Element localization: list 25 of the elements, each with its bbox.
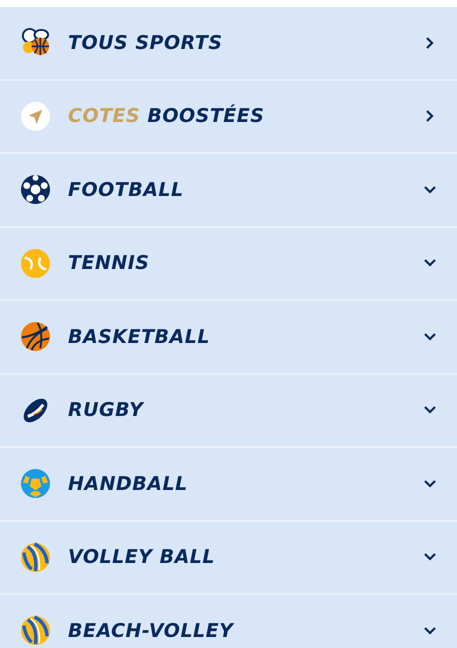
sport-label: TOUS SPORTS [68,32,224,54]
volleyball-icon [20,542,51,573]
sport-label: HANDBALL [68,472,189,495]
sport-label: COTES BOOSTÉES [68,105,266,128]
tennis-ball-icon [20,248,51,279]
soccer-ball-icon [20,174,51,206]
sport-label: VOLLEY BALL [68,546,216,568]
sport-label: BEACH-VOLLEY [68,620,236,642]
basketball-icon [20,321,51,352]
sport-label: BASKETBALL [68,326,211,348]
sport-menu-item[interactable]: VOLLEY BALL [0,522,457,595]
sport-menu-item[interactable]: BEACH-VOLLEY [0,595,457,648]
volleyball-icon [20,615,51,646]
sport-menu-item[interactable]: HANDBALL [0,448,457,522]
sport-menu-item[interactable]: TOUS SPORTS [0,7,457,80]
sport-menu-item[interactable]: FOOTBALL [0,154,457,228]
sport-label: RUGBY [68,399,146,422]
sport-label: TENNIS [68,252,150,274]
sport-label: FOOTBALL [68,178,185,201]
paper-plane-icon [20,100,51,132]
sport-menu-item[interactable]: TENNIS [0,228,457,301]
sport-menu-item[interactable]: BASKETBALL [0,301,457,374]
handball-icon [20,468,51,500]
sport-menu-item[interactable]: COTES BOOSTÉES [0,80,457,154]
sport-menu-item[interactable]: RUGBY [0,374,457,448]
